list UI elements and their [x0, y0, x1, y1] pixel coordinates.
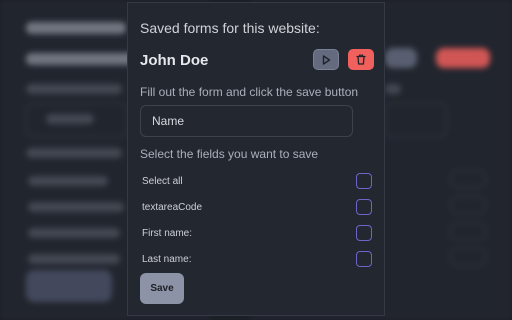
screen: Saved forms for this website: John Doe F… — [0, 0, 512, 320]
background-text — [26, 148, 122, 158]
last-name-checkbox[interactable] — [356, 251, 372, 267]
background-button — [436, 48, 490, 68]
saved-forms-popup: Saved forms for this website: John Doe F… — [127, 2, 385, 316]
fill-form-button[interactable] — [313, 49, 339, 70]
background-text — [28, 254, 120, 264]
save-button[interactable]: Save — [140, 273, 184, 304]
field-row-textareacode: textareaCode — [142, 199, 374, 217]
trash-icon — [356, 54, 366, 65]
field-row-select-all: Select all — [142, 173, 374, 191]
fields-instruction: Select the fields you want to save — [140, 147, 319, 161]
instruction-text: Fill out the form and click the save but… — [140, 85, 359, 99]
background-text — [46, 114, 94, 124]
background-input — [385, 103, 447, 137]
field-label: Last name: — [142, 254, 192, 265]
background-text — [26, 22, 126, 34]
play-icon — [322, 54, 331, 65]
background-text — [28, 228, 120, 238]
background-checkbox — [450, 196, 486, 214]
form-name-input[interactable] — [140, 105, 353, 137]
first-name-checkbox[interactable] — [356, 225, 372, 241]
background-button — [385, 48, 417, 68]
field-label: Select all — [142, 176, 183, 187]
background-checkbox — [450, 248, 486, 266]
background-button — [26, 270, 112, 302]
background-checkbox — [450, 222, 486, 240]
delete-profile-button[interactable] — [348, 49, 374, 70]
select-all-checkbox[interactable] — [356, 173, 372, 189]
textareacode-checkbox[interactable] — [356, 199, 372, 215]
background-text — [385, 84, 401, 94]
field-label: First name: — [142, 228, 193, 239]
profile-name: John Doe — [140, 52, 209, 69]
field-label: textareaCode — [142, 202, 203, 213]
background-checkbox — [450, 170, 486, 188]
background-text — [28, 202, 124, 212]
background-text — [26, 53, 136, 65]
field-row-first-name: First name: — [142, 225, 374, 243]
background-text — [28, 176, 108, 186]
popup-title: Saved forms for this website: — [140, 20, 320, 36]
background-text — [26, 84, 122, 94]
field-row-last-name: Last name: — [142, 251, 374, 269]
